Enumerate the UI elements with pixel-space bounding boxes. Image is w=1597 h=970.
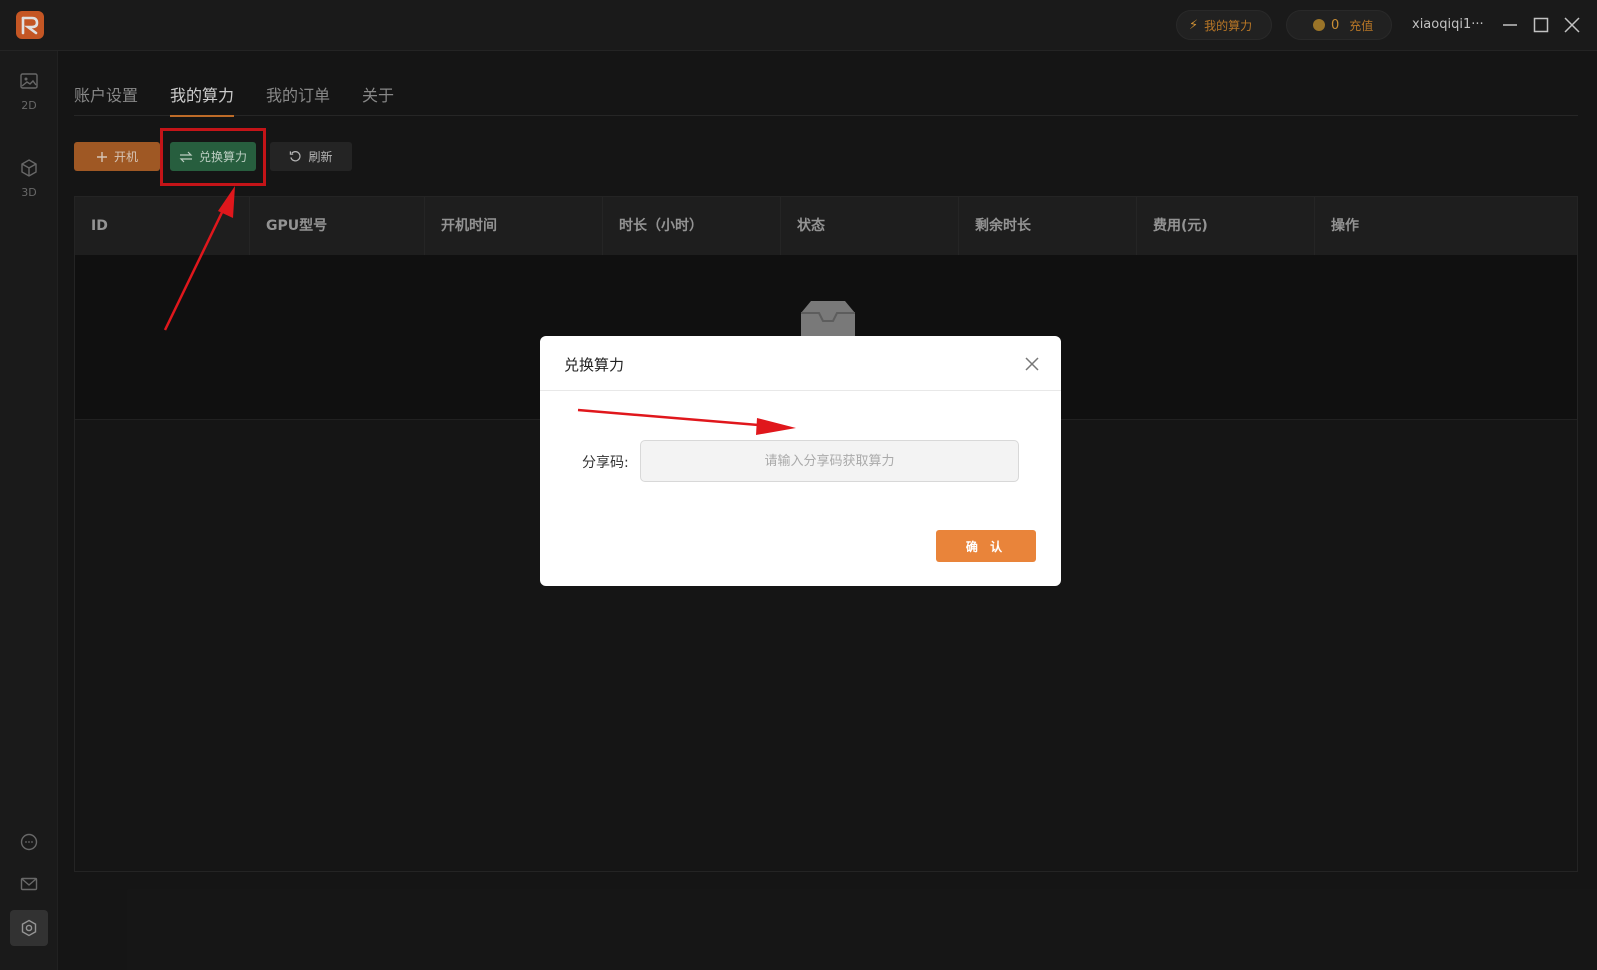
dialog-title: 兑换算力 — [564, 356, 625, 374]
app-window: ⚡ 我的算力 0 充值 xiaoqiqi1··· 2D 3D 账户设置 我的算力… — [0, 0, 1597, 970]
exchange-dialog: 兑换算力 分享码: 确 认 — [540, 336, 1061, 586]
share-code-input[interactable] — [640, 440, 1019, 482]
close-icon[interactable] — [1024, 356, 1040, 372]
confirm-button[interactable]: 确 认 — [936, 530, 1036, 562]
share-code-label: 分享码: — [582, 455, 629, 471]
dialog-header: 兑换算力 — [540, 336, 1061, 391]
